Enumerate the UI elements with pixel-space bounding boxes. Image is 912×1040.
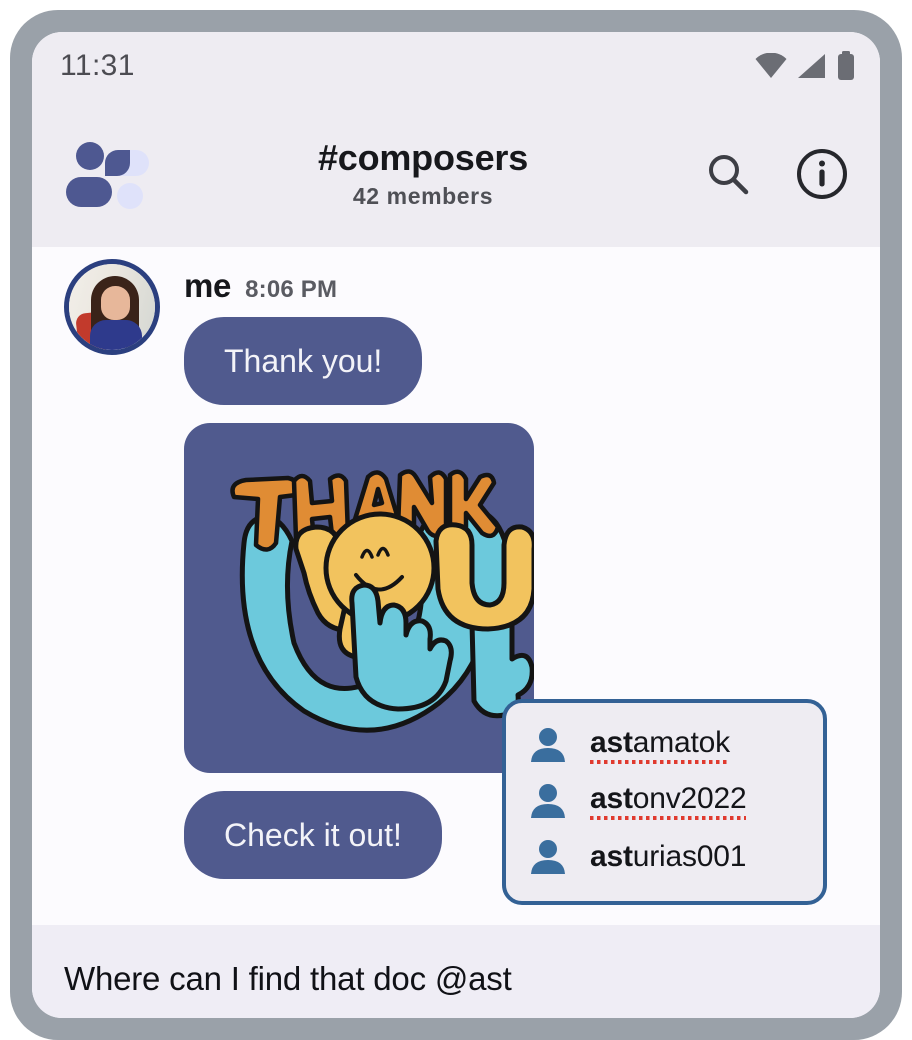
channel-header: #composers 42 members [32, 100, 880, 247]
logo-shape-circle-dark [76, 141, 104, 170]
message-bubble-text[interactable]: Thank you! [184, 317, 423, 405]
phone-frame: 11:31 #composers 42 members me 8:06 PM T… [10, 10, 902, 1040]
list-item[interactable]: astamatok [506, 717, 823, 773]
avatar-photo-shirt [90, 320, 142, 350]
message-author: me [184, 267, 232, 304]
message-body: me 8:06 PM Thank you! Check it out! [184, 259, 534, 879]
list-item[interactable]: asturias001 [506, 829, 823, 885]
mention-rest: onv2022 [632, 781, 747, 815]
mention-match: ast [590, 840, 633, 873]
message-timestamp: 8:06 PM [245, 276, 338, 303]
search-icon[interactable] [704, 150, 752, 198]
status-bar-icons [754, 51, 856, 81]
mention-match: ast [590, 725, 633, 759]
person-icon [531, 784, 565, 818]
message-composer[interactable]: Where can I find that doc @ast [32, 925, 880, 1018]
mention-rest: amatok [632, 725, 730, 759]
mention-autocomplete-popup[interactable]: astamatok astonv2022 asturias001 [502, 699, 827, 905]
phone-screen: 11:31 #composers 42 members me 8:06 PM T… [32, 32, 880, 1018]
wifi-icon [755, 53, 787, 78]
page-title: #composers [317, 136, 529, 178]
person-icon [531, 728, 565, 762]
header-actions [704, 148, 856, 200]
message-bubble-sticker[interactable] [184, 423, 534, 773]
person-icon [531, 840, 565, 874]
logo-shape-leaf-dark [105, 149, 130, 176]
app-logo-icon[interactable] [62, 137, 149, 211]
battery-icon [838, 51, 854, 80]
logo-shape-pill-dark [66, 176, 112, 207]
avatar-photo-face [101, 286, 130, 320]
mention-match: ast [590, 781, 633, 815]
message-meta: me 8:06 PM [184, 267, 534, 305]
status-bar: 11:31 [32, 32, 880, 100]
mention-name: asturias001 [590, 840, 746, 874]
info-icon[interactable] [796, 148, 848, 200]
mention-rest: urias001 [632, 840, 747, 873]
mention-name: astonv2022 [590, 781, 747, 821]
member-count-label: 42 members [352, 183, 494, 210]
status-bar-clock: 11:31 [60, 49, 135, 82]
logo-shape-circle-light [117, 182, 143, 209]
message-bubble-text[interactable]: Check it out! [184, 791, 442, 879]
avatar[interactable] [64, 259, 160, 355]
cellular-signal-icon [798, 54, 825, 78]
message-input[interactable]: Where can I find that doc @ast [64, 959, 850, 999]
list-item[interactable]: astonv2022 [506, 773, 823, 829]
mention-name: astamatok [590, 725, 730, 765]
header-titles: #composers 42 members [146, 137, 700, 210]
thank-you-sticker-icon [230, 469, 534, 733]
